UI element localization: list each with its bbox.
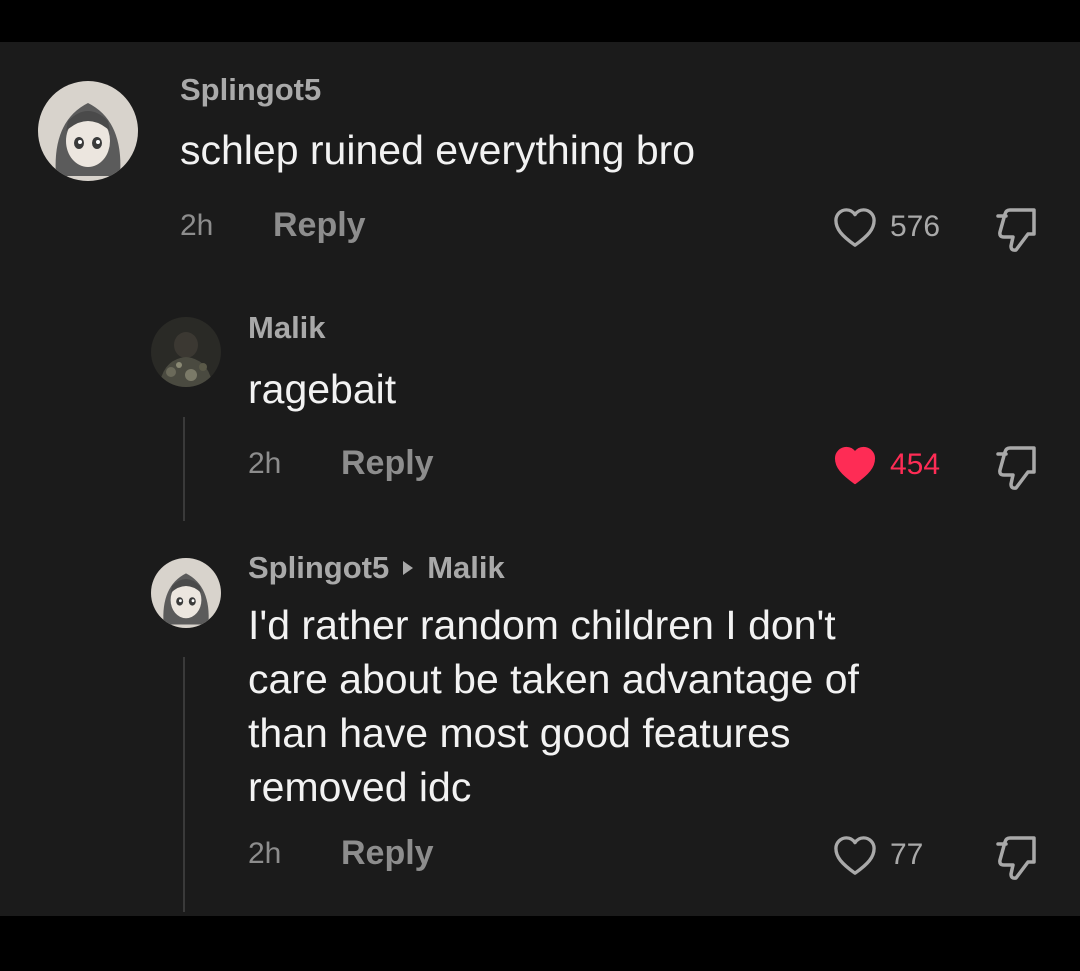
comment-text-line: removed idc: [248, 764, 472, 810]
thread-line: [183, 417, 185, 521]
comment-text: I'd rather random children I don't care …: [248, 598, 859, 814]
reply-button[interactable]: Reply: [273, 206, 366, 245]
avatar[interactable]: [151, 317, 221, 387]
comment-thread: Splingot5 schlep ruined everything bro 2…: [0, 42, 1080, 916]
reply-button[interactable]: Reply: [341, 834, 434, 873]
heart-icon[interactable]: [832, 445, 878, 487]
comment-username-row: Splingot5 Malik: [248, 550, 505, 586]
comment-username[interactable]: Splingot5: [180, 72, 321, 108]
heart-icon[interactable]: [832, 835, 878, 877]
comment-timestamp: 2h: [248, 447, 282, 480]
reply-button[interactable]: Reply: [341, 444, 434, 483]
comment-text-line: care about be taken advantage of: [248, 656, 859, 702]
reply-arrow-icon: [403, 561, 414, 575]
avatar[interactable]: [38, 81, 138, 181]
comment-username[interactable]: Splingot5: [248, 550, 389, 586]
thumbs-down-icon[interactable]: [992, 206, 1042, 254]
anime-girl-avatar-image: [38, 81, 138, 181]
comment-username[interactable]: Malik: [248, 310, 326, 346]
avatar[interactable]: [151, 558, 221, 628]
comment-text: schlep ruined everything bro: [180, 127, 696, 173]
like-count: 77: [890, 838, 924, 871]
thumbs-down-icon[interactable]: [992, 834, 1042, 882]
thread-line: [183, 657, 185, 912]
comment-text-line: than have most good features: [248, 710, 791, 756]
camo-photo-avatar-image: [151, 317, 221, 387]
like-count: 576: [890, 210, 941, 243]
comment-text: ragebait: [248, 366, 397, 412]
like-count: 454: [890, 448, 941, 481]
comment-timestamp: 2h: [180, 209, 214, 242]
comment-timestamp: 2h: [248, 837, 282, 870]
reply-to-username[interactable]: Malik: [427, 550, 505, 586]
heart-icon[interactable]: [832, 207, 878, 249]
thumbs-down-icon[interactable]: [992, 444, 1042, 492]
comment-text-line: I'd rather random children I don't: [248, 602, 836, 648]
anime-girl-avatar-image: [151, 558, 221, 628]
